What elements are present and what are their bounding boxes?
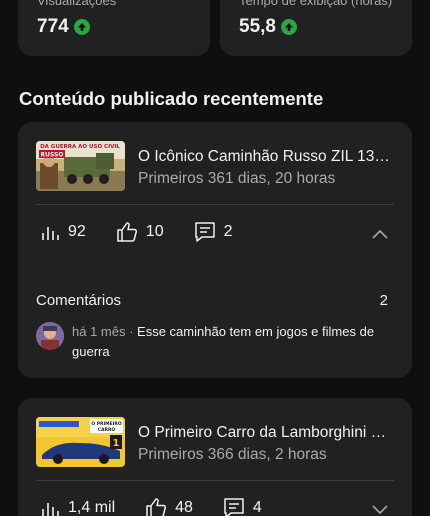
video-card[interactable]: DA GUERRA AO USO CIVIL RUSSO O Icônico C… bbox=[18, 122, 412, 378]
video-metrics: 1,4 mil 48 4 bbox=[40, 497, 292, 516]
video-thumbnail[interactable]: O PRIMEIRO CARRO 1 bbox=[36, 417, 125, 467]
views-count: 92 bbox=[68, 223, 86, 240]
video-period: Primeiros 361 dias, 20 horas bbox=[138, 170, 336, 187]
likes-count: 10 bbox=[145, 223, 164, 240]
views-metric: 92 bbox=[40, 222, 86, 242]
comment-icon bbox=[194, 222, 215, 242]
section-title: Conteúdo publicado recentemente bbox=[19, 88, 324, 109]
stat-number: 55,8 bbox=[239, 16, 276, 37]
comments-header[interactable]: Comentários 2 bbox=[36, 292, 394, 309]
likes-metric: 10 bbox=[116, 221, 164, 243]
arrow-up-icon bbox=[73, 19, 90, 35]
comments-metric: 2 bbox=[194, 221, 233, 243]
thumb-text: RUSSO bbox=[41, 152, 64, 159]
likes-metric: 48 bbox=[145, 497, 193, 516]
comment-icon bbox=[224, 498, 244, 516]
video-thumbnail[interactable]: DA GUERRA AO USO CIVIL RUSSO bbox=[36, 141, 125, 191]
avatar bbox=[36, 322, 64, 350]
comment-item[interactable]: há 1 mês · Esse caminhão tem em jogos e … bbox=[36, 322, 394, 362]
stat-label: Visualizações bbox=[37, 0, 117, 8]
thumbs-up-icon bbox=[146, 498, 167, 516]
comments-total: 2 bbox=[379, 292, 388, 309]
chevron-up-icon[interactable] bbox=[372, 226, 388, 244]
divider bbox=[36, 480, 394, 481]
views-metric: 1,4 mil bbox=[40, 498, 115, 516]
comments-count: 4 bbox=[252, 499, 262, 516]
comments-count: 2 bbox=[223, 223, 233, 240]
thumb-text: CARRO bbox=[98, 427, 116, 433]
comment-time: há 1 mês bbox=[72, 324, 126, 339]
comments-label: Comentários bbox=[36, 292, 122, 309]
thumb-text: O PRIMEIRO bbox=[91, 421, 122, 427]
stat-label: Tempo de exibição (horas) bbox=[239, 0, 393, 8]
thumb-text: DA GUERRA AO USO CIVIL bbox=[40, 144, 120, 150]
stat-value: 55,8 bbox=[239, 16, 297, 38]
stat-value: 774 bbox=[37, 16, 90, 38]
thumb-badge: 1 bbox=[113, 438, 120, 449]
comment-text: há 1 mês · Esse caminhão tem em jogos e … bbox=[72, 322, 394, 362]
stat-number: 774 bbox=[37, 16, 69, 37]
video-metrics: 92 10 2 bbox=[40, 221, 263, 243]
thumbs-up-icon bbox=[117, 222, 137, 242]
stat-card-watch-time[interactable]: Tempo de exibição (horas) 55,8 bbox=[220, 0, 412, 56]
bar-chart-icon bbox=[42, 227, 59, 240]
video-card[interactable]: O PRIMEIRO CARRO 1 O Primeiro Carro da L… bbox=[18, 398, 412, 516]
comment-separator: · bbox=[125, 324, 138, 339]
stat-card-views[interactable]: Visualizações 774 bbox=[18, 0, 210, 56]
comments-metric: 4 bbox=[223, 497, 262, 516]
video-title[interactable]: O Primeiro Carro da Lamborghini o ... bbox=[138, 424, 394, 442]
views-count: 1,4 mil bbox=[68, 499, 116, 516]
video-title[interactable]: O Icônico Caminhão Russo ZIL 131 ... bbox=[138, 148, 394, 166]
chevron-down-icon[interactable] bbox=[372, 502, 388, 516]
bar-chart-icon bbox=[42, 503, 59, 516]
likes-count: 48 bbox=[175, 499, 193, 516]
divider bbox=[36, 204, 394, 205]
arrow-up-icon bbox=[280, 19, 297, 35]
video-period: Primeiros 366 dias, 2 horas bbox=[138, 446, 327, 463]
